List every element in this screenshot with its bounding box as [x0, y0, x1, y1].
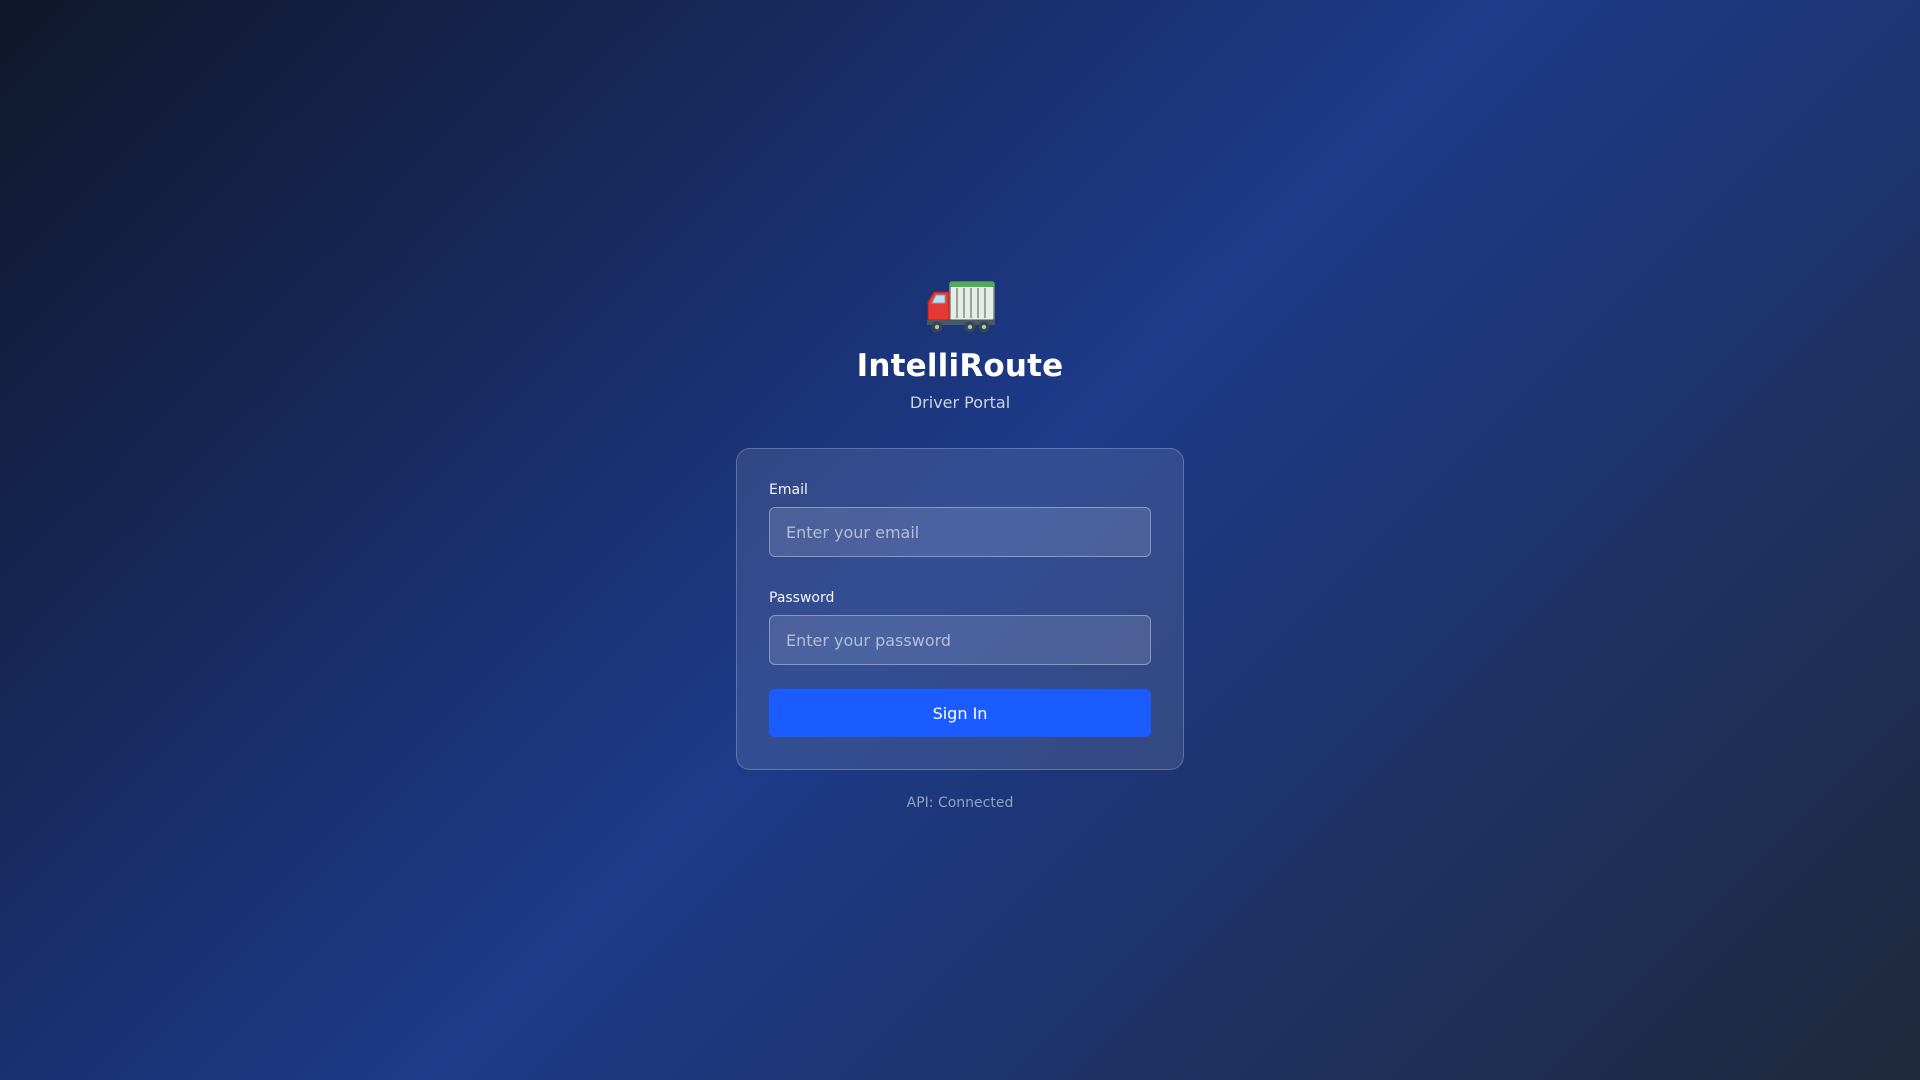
email-field-group: Email [769, 481, 1151, 557]
brand-header: IntelliRoute Driver Portal [857, 276, 1064, 413]
sign-in-button[interactable]: Sign In [769, 689, 1151, 737]
email-input[interactable] [769, 507, 1151, 557]
truck-icon [924, 276, 996, 336]
password-input[interactable] [769, 615, 1151, 665]
login-page: IntelliRoute Driver Portal Email Passwor… [0, 0, 1920, 1080]
app-title: IntelliRoute [856, 348, 1064, 384]
password-field-group: Password [769, 589, 1151, 665]
password-label: Password [769, 590, 835, 606]
api-status-text: API: Connected [906, 795, 1014, 811]
login-card: Email Password Sign In [736, 448, 1184, 770]
app-subtitle: Driver Portal [909, 393, 1011, 412]
email-label: Email [769, 482, 808, 498]
